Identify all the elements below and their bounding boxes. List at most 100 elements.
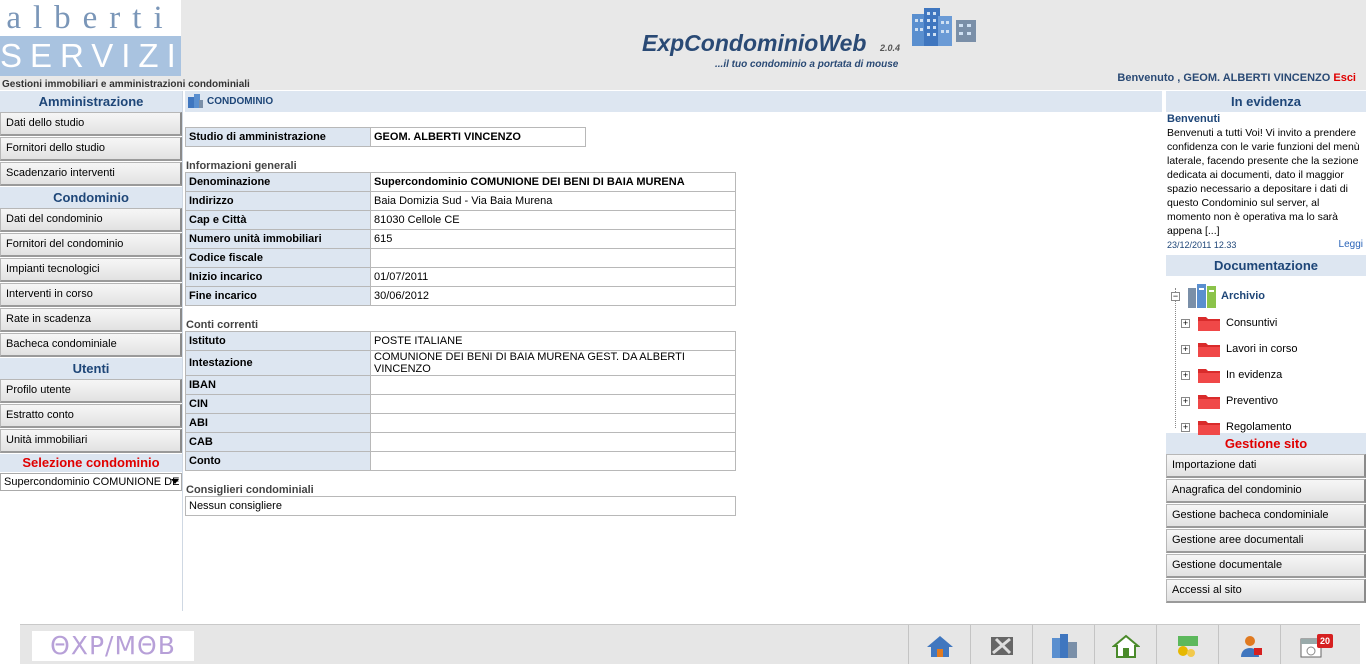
nav-importazione-dati[interactable]: Importazione dati [1166, 454, 1366, 478]
news-text: Benvenuti a tutti Voi! Vi invito a prend… [1167, 127, 1360, 237]
expand-icon[interactable]: + [1181, 345, 1190, 354]
app-root: alberti SERVIZI Gestioni immobiliari e a… [0, 0, 1366, 664]
table-row: Numero unità immobiliari 615 [185, 229, 736, 249]
cell-label: Istituto [185, 331, 371, 351]
nav-gestione-bacheca[interactable]: Gestione bacheca condominiale [1166, 504, 1366, 528]
calendar-button[interactable]: 20 [1280, 625, 1342, 664]
table-row: IBAN [185, 375, 736, 395]
cell-value: Nessun consigliere [185, 496, 736, 516]
cell-label: Inizio incarico [185, 267, 371, 287]
cell-label: IBAN [185, 375, 371, 395]
footer-toolbar: ΘΧΡ/ΜΘΒ ΕΧ [20, 624, 1360, 664]
cell-label: Indirizzo [185, 191, 371, 211]
tree-node-archivio[interactable]: Archivio [1221, 290, 1265, 302]
main-content: CONDOMINIO Studio di amministrazione GEO… [185, 91, 1162, 516]
document-tree: − Archivio + Consuntivi + Lavori in cors… [1166, 276, 1366, 440]
cell-label: ABI [185, 413, 371, 433]
folder-icon [1198, 369, 1220, 383]
logout-link[interactable]: Esci [1333, 72, 1356, 84]
folder-icon [1198, 317, 1220, 331]
cell-value: 615 [370, 229, 736, 249]
tree-node-folder[interactable]: Lavori in corso [1226, 343, 1298, 355]
buildings-icon [1052, 634, 1077, 658]
tagline: Gestioni immobiliari e amministrazioni c… [2, 79, 250, 90]
cell-value: 30/06/2012 [370, 286, 736, 306]
cell-label: CIN [185, 394, 371, 414]
cell-value: 81030 Cellole CE [370, 210, 736, 230]
cell-label: Numero unità immobiliari [185, 229, 371, 249]
nav-interventi-in-corso[interactable]: Interventi in corso [0, 283, 182, 307]
section-title-selezione: Selezione condominio [0, 454, 182, 472]
buildings-button[interactable] [1032, 625, 1094, 664]
consiglieri-group-title: Consiglieri condominiali [186, 484, 314, 496]
nav-gestione-documentale[interactable]: Gestione documentale [1166, 554, 1366, 578]
tree-node-folder[interactable]: Regolamento [1226, 421, 1291, 433]
nav-fornitori-studio[interactable]: Fornitori dello studio [0, 137, 182, 161]
conti-group-title: Conti correnti [186, 319, 259, 331]
nav-scadenzario-interventi[interactable]: Scadenzario interventi [0, 162, 182, 186]
info-table: Denominazione Supercondominio COMUNIONE D… [185, 172, 736, 306]
table-row: CIN [185, 394, 736, 414]
tree-node-folder[interactable]: In evidenza [1226, 369, 1282, 381]
expand-icon[interactable]: + [1181, 423, 1190, 432]
home-icon [927, 636, 953, 657]
cell-value [370, 413, 736, 433]
nav-profilo-utente[interactable]: Profilo utente [0, 379, 182, 403]
cell-value: Supercondominio COMUNIONE DEI BENI DI BA… [370, 172, 736, 192]
nav-dati-studio[interactable]: Dati dello studio [0, 112, 182, 136]
money-button[interactable] [1156, 625, 1218, 664]
folder-icon [1198, 395, 1220, 409]
nav-unita-immobiliari[interactable]: Unità immobiliari [0, 429, 182, 453]
expand-icon[interactable]: + [1181, 371, 1190, 380]
collapse-icon[interactable]: − [1171, 292, 1180, 301]
expand-icon[interactable]: + [1181, 319, 1190, 328]
news-meta: 23/12/2011 12.33 Leggi [1167, 238, 1365, 251]
nav-gestione-aree[interactable]: Gestione aree documentali [1166, 529, 1366, 553]
table-row: Codice fiscale [185, 248, 736, 268]
nav-dati-condominio[interactable]: Dati del condominio [0, 208, 182, 232]
footer-logo[interactable]: ΘΧΡ/ΜΘΒ ΕΧ [32, 631, 194, 664]
logo-top: alberti [0, 0, 181, 36]
users-button[interactable] [1218, 625, 1280, 664]
nav-impianti-tecnologici[interactable]: Impianti tecnologici [0, 258, 182, 282]
nav-fornitori-condominio[interactable]: Fornitori del condominio [0, 233, 182, 257]
tools-icon [991, 637, 1013, 655]
tree-node-folder[interactable]: Consuntivi [1226, 317, 1277, 329]
cell-value [370, 432, 736, 452]
table-row: Indirizzo Baia Domizia Sud - Via Baia Mur… [185, 191, 736, 211]
tools-button[interactable] [970, 625, 1032, 664]
brand-logo[interactable]: alberti SERVIZI [0, 0, 181, 76]
tree-node-folder[interactable]: Preventivo [1226, 395, 1278, 407]
cell-value: 01/07/2011 [370, 267, 736, 287]
consiglieri-table: Nessun consigliere [185, 496, 736, 516]
home-button[interactable] [908, 625, 970, 664]
house-icon [1112, 634, 1140, 658]
section-title-amministrazione: Amministrazione [0, 91, 182, 112]
nav-rate-in-scadenza[interactable]: Rate in scadenza [0, 308, 182, 332]
chevron-down-icon [171, 479, 179, 484]
money-icon [1178, 636, 1198, 657]
nav-estratto-conto[interactable]: Estratto conto [0, 404, 182, 428]
cell-value: Baia Domizia Sud - Via Baia Murena [370, 191, 736, 211]
condominio-select[interactable]: Supercondominio COMUNIONE DE [0, 473, 182, 491]
cell-label: CAB [185, 432, 371, 452]
house-button[interactable] [1094, 625, 1156, 664]
users-icon [1241, 636, 1262, 657]
nav-accessi-sito[interactable]: Accessi al sito [1166, 579, 1366, 603]
studio-table: Studio di amministrazione GEOM. ALBERTI … [185, 127, 586, 147]
welcome-user: Benvenuto , GEOM. ALBERTI VINCENZO [1117, 72, 1331, 84]
table-row: Studio di amministrazione GEOM. ALBERTI … [185, 127, 586, 147]
left-sidebar: Amministrazione Dati dello studio Fornit… [0, 91, 182, 491]
news-read-more-link[interactable]: Leggi [1339, 238, 1363, 252]
nav-bacheca-condominiale[interactable]: Bacheca condominiale [0, 333, 182, 357]
app-title: ExpCondominioWeb [642, 30, 867, 56]
sidebar-divider [182, 91, 183, 611]
expand-icon[interactable]: + [1181, 397, 1190, 406]
header: alberti SERVIZI Gestioni immobiliari e a… [0, 0, 1366, 90]
studio-value: GEOM. ALBERTI VINCENZO [370, 127, 586, 147]
nav-anagrafica-condominio[interactable]: Anagrafica del condominio [1166, 479, 1366, 503]
building-icon [188, 94, 203, 108]
app-version: 2.0.4 [880, 43, 901, 53]
table-row: CAB [185, 432, 736, 452]
table-row: ABI [185, 413, 736, 433]
